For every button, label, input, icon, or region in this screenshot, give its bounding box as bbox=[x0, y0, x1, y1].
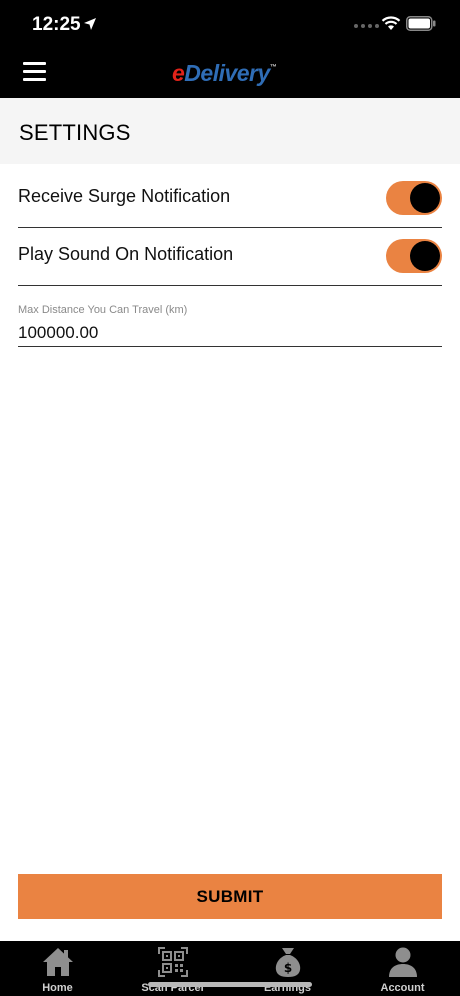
toggle-knob bbox=[410, 241, 440, 271]
home-indicator bbox=[148, 982, 312, 987]
battery-icon bbox=[406, 16, 436, 31]
tab-scan-parcel[interactable]: Scan Parcel bbox=[115, 941, 230, 996]
status-bar: 12:25 bbox=[0, 0, 460, 48]
sound-notification-label: Play Sound On Notification bbox=[18, 244, 234, 264]
surge-notification-row: Receive Surge Notification bbox=[18, 170, 442, 228]
tab-home-label: Home bbox=[42, 982, 73, 994]
title-band: SETTINGS bbox=[0, 98, 460, 164]
location-arrow-icon bbox=[84, 18, 96, 30]
home-icon bbox=[42, 948, 73, 976]
hamburger-menu-icon[interactable] bbox=[23, 62, 46, 82]
cellular-signal-icon bbox=[354, 24, 379, 28]
toggle-knob bbox=[410, 183, 440, 213]
money-bag-icon: $ bbox=[275, 948, 300, 977]
tab-home[interactable]: Home bbox=[0, 941, 115, 996]
sound-notification-row: Play Sound On Notification bbox=[18, 228, 442, 286]
bottom-tab-bar: Home Scan Parcel $ Earnings Account bbox=[0, 941, 460, 996]
brand-logo: eDelivery™ bbox=[172, 60, 277, 86]
user-icon bbox=[388, 947, 417, 977]
max-distance-input[interactable] bbox=[18, 320, 442, 347]
tab-account[interactable]: Account bbox=[345, 941, 460, 996]
submit-button[interactable]: SUBMIT bbox=[18, 874, 442, 919]
top-nav: eDelivery™ bbox=[0, 48, 460, 98]
page-title: SETTINGS bbox=[19, 120, 131, 145]
svg-text:$: $ bbox=[283, 961, 291, 975]
max-distance-label: Max Distance You Can Travel (km) bbox=[18, 304, 188, 316]
surge-notification-toggle[interactable] bbox=[386, 181, 442, 215]
tab-earnings[interactable]: $ Earnings bbox=[230, 941, 345, 996]
wifi-icon bbox=[381, 16, 401, 30]
tab-account-label: Account bbox=[380, 982, 425, 994]
status-time: 12:25 bbox=[32, 14, 81, 35]
qr-code-icon bbox=[157, 947, 188, 977]
surge-notification-label: Receive Surge Notification bbox=[18, 186, 231, 206]
settings-screen: 12:25 eDelivery™ SETTINGS Receive Surge … bbox=[0, 0, 460, 996]
sound-notification-toggle[interactable] bbox=[386, 239, 442, 273]
